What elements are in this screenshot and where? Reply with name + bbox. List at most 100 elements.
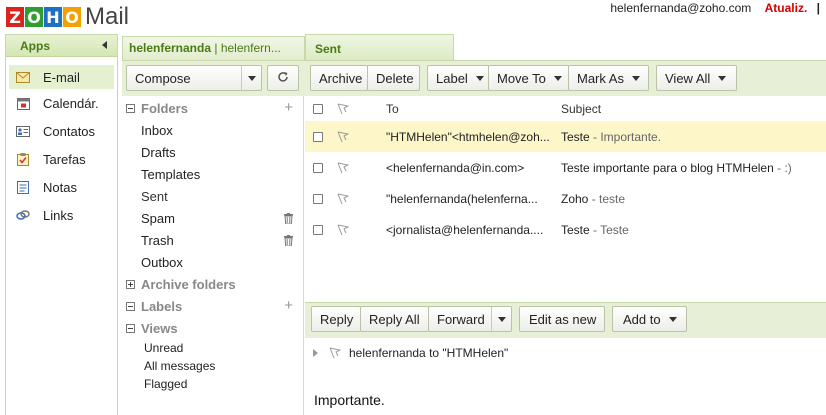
message-row[interactable]: <helenfernanda@in.com> Teste importante … bbox=[305, 152, 826, 183]
user-email[interactable]: helenfernanda@zoho.com bbox=[610, 1, 751, 15]
delete-button[interactable]: Delete bbox=[367, 65, 420, 91]
archive-folders-section[interactable]: Archive folders bbox=[122, 273, 303, 295]
envelope-icon bbox=[16, 71, 30, 84]
preview-from-to: helenfernanda to "HTMHelen" bbox=[349, 346, 509, 360]
app-item-contacts[interactable]: Contatos bbox=[6, 117, 117, 145]
chevron-down-icon bbox=[631, 75, 640, 81]
app-item-email[interactable]: E-mail bbox=[9, 65, 114, 89]
row-subject-text: Teste bbox=[561, 129, 590, 144]
user-bar: helenfernanda@zoho.com Atualiz. | bbox=[610, 1, 820, 15]
expand-icon[interactable] bbox=[126, 279, 135, 289]
refresh-icon bbox=[277, 71, 289, 86]
archive-folders-title: Archive folders bbox=[141, 276, 236, 292]
folder-templates[interactable]: Templates bbox=[122, 163, 303, 185]
compose-label: Compose bbox=[135, 70, 191, 86]
row-checkbox[interactable] bbox=[313, 193, 323, 204]
refresh-button[interactable] bbox=[267, 65, 299, 91]
compose-dropdown[interactable] bbox=[241, 66, 261, 90]
folders-section[interactable]: Folders + bbox=[122, 97, 303, 119]
update-link[interactable]: Atualiz. bbox=[765, 1, 808, 15]
tab-sent-label: Sent bbox=[315, 42, 342, 56]
mark-as-dropdown[interactable]: Mark As bbox=[568, 65, 649, 91]
row-to: "helenfernanda(helenferna... bbox=[386, 191, 538, 206]
row-checkbox[interactable] bbox=[313, 162, 323, 173]
row-checkbox[interactable] bbox=[313, 224, 323, 235]
app-item-tasks[interactable]: Tarefas bbox=[6, 145, 117, 173]
folder-drafts[interactable]: Drafts bbox=[122, 141, 303, 163]
row-subject: Teste - Importante. bbox=[561, 130, 661, 144]
add-folder-icon[interactable]: + bbox=[284, 99, 293, 116]
app-label-contacts: Contatos bbox=[43, 123, 96, 139]
select-all-checkbox[interactable] bbox=[313, 103, 323, 114]
flag-icon[interactable] bbox=[337, 224, 350, 236]
preview-body: Importante. bbox=[314, 392, 385, 408]
flag-header-icon[interactable] bbox=[337, 103, 350, 115]
contacts-icon bbox=[16, 125, 30, 138]
label-dropdown-text: Label bbox=[436, 70, 468, 86]
row-snippet: - :) bbox=[773, 160, 792, 175]
collapse-icon[interactable] bbox=[126, 323, 135, 333]
view-all-text: View All bbox=[665, 70, 711, 86]
empty-trash-icon[interactable] bbox=[284, 234, 293, 247]
app-label-links: Links bbox=[43, 207, 74, 223]
flag-icon[interactable] bbox=[329, 347, 342, 359]
collapse-icon[interactable] bbox=[126, 103, 135, 113]
row-subject-text: Teste bbox=[561, 222, 590, 237]
collapse-icon[interactable] bbox=[126, 301, 135, 311]
labels-section[interactable]: Labels + bbox=[122, 295, 303, 317]
archive-button[interactable]: Archive bbox=[310, 65, 368, 91]
edit-as-new-button[interactable]: Edit as new bbox=[519, 306, 605, 332]
collapse-left-icon[interactable] bbox=[102, 41, 107, 49]
zoho-mail-logo: Z O H O Mail bbox=[6, 3, 129, 30]
folder-spam[interactable]: Spam bbox=[122, 207, 303, 229]
label-dropdown[interactable]: Label bbox=[427, 65, 489, 91]
links-icon bbox=[16, 209, 30, 222]
reply-button[interactable]: Reply bbox=[311, 306, 361, 332]
message-row[interactable]: "HTMHelen"<htmhelen@zoh... Teste - Impor… bbox=[305, 121, 826, 152]
apps-header[interactable]: Apps bbox=[6, 35, 117, 57]
tab-sent[interactable]: Sent bbox=[305, 34, 454, 60]
expand-arrow-icon[interactable] bbox=[313, 349, 318, 357]
row-checkbox[interactable] bbox=[313, 131, 323, 142]
folder-panel: Folders + Inbox Drafts Templates Sent Sp… bbox=[122, 96, 304, 415]
reply-all-button[interactable]: Reply All bbox=[360, 306, 429, 332]
add-to-text: Add to bbox=[623, 311, 661, 327]
add-label-icon[interactable]: + bbox=[284, 297, 293, 314]
folder-trash[interactable]: Trash bbox=[122, 229, 303, 251]
view-all-messages[interactable]: All messages bbox=[122, 357, 303, 375]
flag-icon[interactable] bbox=[337, 162, 350, 174]
view-all-dropdown[interactable]: View All bbox=[656, 65, 737, 91]
flag-icon[interactable] bbox=[337, 193, 350, 205]
notes-icon bbox=[16, 180, 30, 194]
folder-outbox[interactable]: Outbox bbox=[122, 251, 303, 273]
move-to-text: Move To bbox=[497, 70, 546, 86]
calendar-icon bbox=[16, 97, 30, 110]
apps-title: Apps bbox=[20, 38, 50, 53]
compose-button[interactable]: Compose bbox=[126, 65, 262, 91]
preview-header[interactable]: helenfernanda to "HTMHelen" bbox=[305, 338, 826, 368]
view-flagged[interactable]: Flagged bbox=[122, 375, 303, 393]
add-to-dropdown[interactable]: Add to bbox=[612, 306, 687, 332]
empty-spam-icon[interactable] bbox=[284, 212, 293, 225]
column-to[interactable]: To bbox=[386, 102, 556, 116]
tab-account[interactable]: helenfernanda | helenfern... bbox=[122, 36, 305, 60]
message-row[interactable]: <jornalista@helenfernanda.... Teste - Te… bbox=[305, 214, 826, 245]
app-item-notes[interactable]: Notas bbox=[6, 173, 117, 201]
app-item-calendar[interactable]: Calendár. bbox=[6, 89, 117, 117]
app-item-links[interactable]: Links bbox=[6, 201, 117, 229]
folder-sent[interactable]: Sent bbox=[122, 185, 303, 207]
app-label-email: E-mail bbox=[43, 69, 80, 85]
move-to-dropdown[interactable]: Move To bbox=[488, 65, 569, 91]
row-subject: Teste importante para o blog HTMHelen - … bbox=[561, 161, 792, 175]
forward-button[interactable]: Forward bbox=[428, 306, 512, 332]
chevron-down-icon bbox=[718, 75, 727, 81]
folder-inbox[interactable]: Inbox bbox=[122, 119, 303, 141]
message-row[interactable]: "helenfernanda(helenferna... Zoho - test… bbox=[305, 183, 826, 214]
views-section[interactable]: Views bbox=[122, 317, 303, 339]
flag-icon[interactable] bbox=[337, 131, 350, 143]
forward-dropdown[interactable] bbox=[491, 307, 511, 331]
tab-account-more: | helenfern... bbox=[211, 41, 281, 55]
column-subject[interactable]: Subject bbox=[561, 102, 601, 116]
folders-title: Folders bbox=[141, 100, 188, 116]
view-unread[interactable]: Unread bbox=[122, 339, 303, 357]
